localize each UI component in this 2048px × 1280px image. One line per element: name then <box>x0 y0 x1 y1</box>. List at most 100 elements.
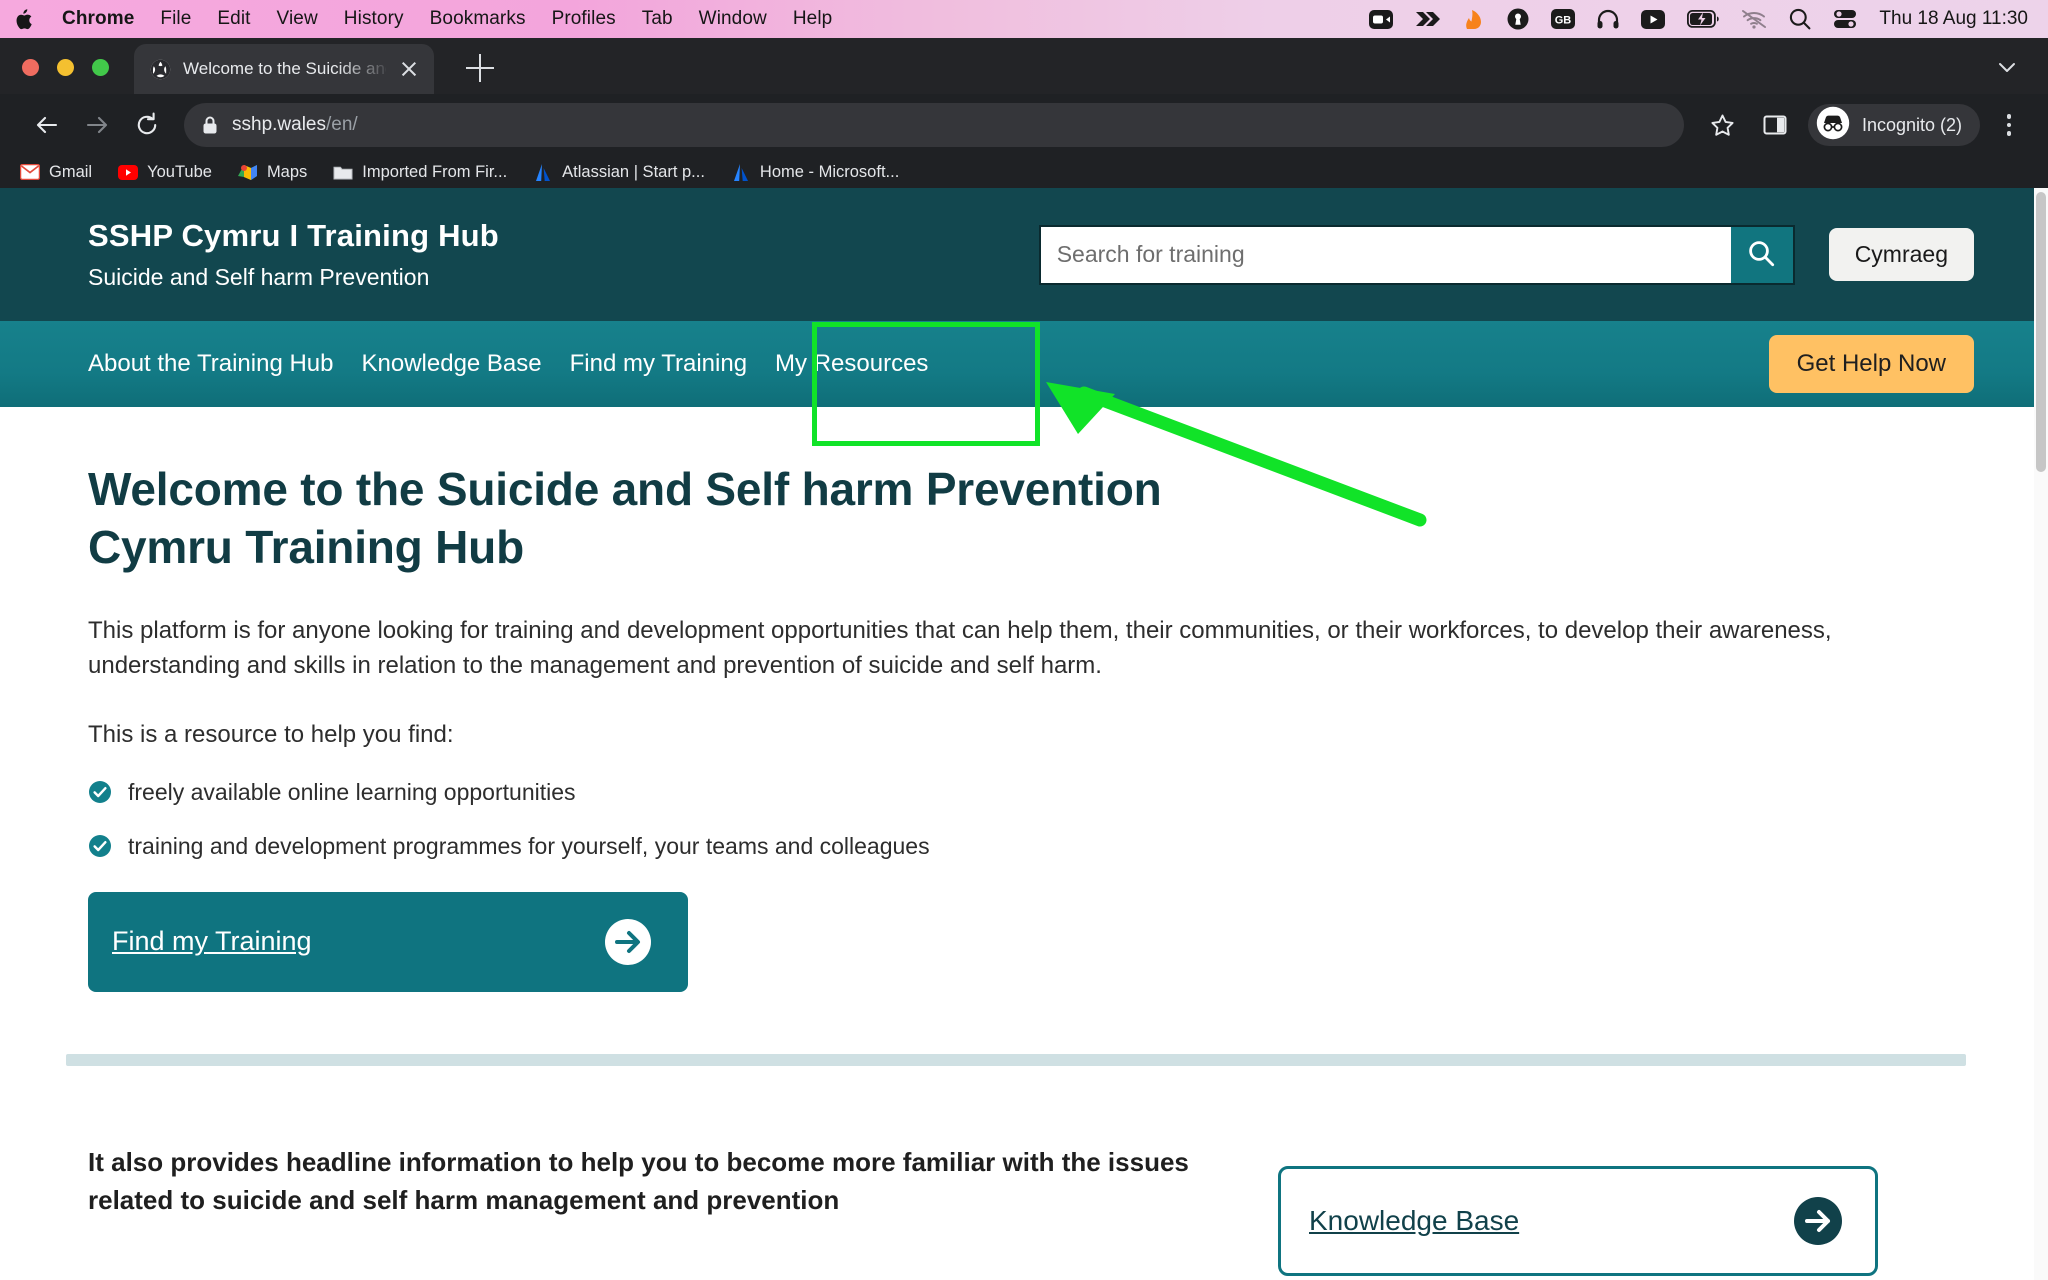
play-button-icon[interactable] <box>1641 9 1666 29</box>
list-item: freely available online learning opportu… <box>88 779 1974 806</box>
menu-history[interactable]: History <box>344 8 404 30</box>
double-chevron-icon[interactable] <box>1415 10 1441 28</box>
site-navigation: About the Training Hub Knowledge Base Fi… <box>0 321 2048 407</box>
battery-charging-icon[interactable] <box>1687 10 1720 28</box>
search-form <box>1038 224 1795 285</box>
gmail-icon <box>20 162 40 182</box>
find-my-training-card[interactable]: Find my Training <box>88 891 688 992</box>
chevron-down-icon[interactable] <box>1996 56 2018 78</box>
language-toggle-button[interactable]: Cymraeg <box>1828 228 1974 281</box>
atlassian-icon <box>533 162 553 182</box>
list-item: training and development programmes for … <box>88 833 1974 860</box>
tab-strip: Welcome to the Suicide and se <box>0 38 2048 94</box>
knowledge-base-card[interactable]: Knowledge Base <box>1278 1165 1878 1276</box>
macos-menu-bar: Chrome File Edit View History Bookmarks … <box>0 0 2048 38</box>
menu-tab[interactable]: Tab <box>642 8 673 30</box>
youtube-icon <box>118 162 139 182</box>
menu-profiles[interactable]: Profiles <box>552 8 616 30</box>
list-intro-text: This is a resource to help you find: <box>88 720 454 748</box>
back-arrow-icon[interactable] <box>22 100 72 150</box>
bookmark-youtube[interactable]: YouTube <box>118 162 212 182</box>
bookmark-label: YouTube <box>147 162 212 181</box>
menu-help[interactable]: Help <box>793 8 832 30</box>
macos-status-icons: GB Thu 18 Aug 11:30 <box>1369 8 2034 30</box>
browser-toolbar: sshp.wales/en/ Incognito (2) <box>0 94 2048 156</box>
section-divider <box>66 1053 1966 1066</box>
address-bar[interactable]: sshp.wales/en/ <box>184 103 1684 147</box>
address-bar-url: sshp.wales/en/ <box>232 114 358 136</box>
toolbar-right-actions: Incognito (2) <box>1700 102 2026 148</box>
gb-keyboard-icon[interactable]: GB <box>1551 9 1576 29</box>
scrollbar-thumb[interactable] <box>2036 192 2046 472</box>
nav-item-my-resources[interactable]: My Resources <box>761 350 942 378</box>
forward-arrow-icon[interactable] <box>72 100 122 150</box>
globe-icon <box>150 59 171 80</box>
menu-view[interactable]: View <box>277 8 318 30</box>
profile-button[interactable]: Incognito (2) <box>1807 104 1980 146</box>
site-title: SSHP Cymru I Training Hub <box>88 218 499 253</box>
keyhole-icon[interactable] <box>1507 8 1529 30</box>
screenshot-root: Chrome File Edit View History Bookmarks … <box>0 0 2048 1280</box>
arrow-right-circle-icon <box>604 918 652 966</box>
bookmark-atlassian[interactable]: Atlassian | Start p... <box>533 162 705 182</box>
page-title: Welcome to the Suicide and Self harm Pre… <box>88 463 1162 573</box>
get-help-now-button[interactable]: Get Help Now <box>1768 335 1974 393</box>
browser-tab[interactable]: Welcome to the Suicide and se <box>134 44 434 94</box>
star-icon[interactable] <box>1700 102 1746 148</box>
profile-label: Incognito (2) <box>1861 114 1962 135</box>
headphones-icon[interactable] <box>1597 9 1619 29</box>
window-controls <box>22 59 109 76</box>
folder-icon <box>333 162 353 182</box>
minimize-window-button[interactable] <box>57 59 74 76</box>
nav-item-about-the-training-hub[interactable]: About the Training Hub <box>88 350 348 378</box>
browser-chrome: Welcome to the Suicide and se <box>0 38 2048 188</box>
tab-title: Welcome to the Suicide and se <box>183 59 386 78</box>
nav-item-find-my-training[interactable]: Find my Training <box>556 350 761 378</box>
menu-bar-clock[interactable]: Thu 18 Aug 11:30 <box>1879 8 2028 30</box>
control-center-icon[interactable] <box>1833 9 1857 29</box>
search-submit-button[interactable] <box>1730 224 1795 285</box>
lower-paragraph: It also provides headline information to… <box>88 1146 1189 1215</box>
bookmark-imported-folder[interactable]: Imported From Fir... <box>333 162 507 182</box>
spotlight-search-icon[interactable] <box>1789 8 1811 30</box>
bookmark-label: Atlassian | Start p... <box>562 162 705 181</box>
bookmarks-bar: Gmail YouTube Maps Imported From Fir... <box>0 156 2048 188</box>
web-page: SSHP Cymru I Training Hub Suicide and Se… <box>0 188 2048 1280</box>
new-tab-button[interactable] <box>466 54 494 82</box>
knowledge-base-link[interactable]: Knowledge Base <box>1309 1205 1519 1237</box>
benefits-list: freely available online learning opportu… <box>88 779 1974 860</box>
page-scrollbar[interactable] <box>2034 188 2048 1280</box>
nav-item-knowledge-base[interactable]: Knowledge Base <box>348 350 556 378</box>
maximize-window-button[interactable] <box>92 59 109 76</box>
kebab-menu-icon[interactable] <box>1992 103 2026 147</box>
bookmark-label: Maps <box>266 162 308 181</box>
bookmark-maps[interactable]: Maps <box>238 162 307 182</box>
bookmark-label: Gmail <box>49 162 93 181</box>
search-icon <box>1748 240 1775 270</box>
close-window-button[interactable] <box>22 59 39 76</box>
bookmark-label: Home - Microsoft... <box>759 162 900 181</box>
side-panel-icon[interactable] <box>1752 102 1798 148</box>
bookmark-gmail[interactable]: Gmail <box>20 162 92 182</box>
wifi-off-icon[interactable] <box>1741 9 1767 29</box>
site-subtitle: Suicide and Self harm Prevention <box>88 264 430 290</box>
orange-flame-icon[interactable] <box>1463 9 1485 29</box>
apple-logo-icon[interactable] <box>14 8 32 30</box>
menu-window[interactable]: Window <box>699 8 767 30</box>
menu-file[interactable]: File <box>160 8 191 30</box>
reload-icon[interactable] <box>122 100 172 150</box>
close-icon[interactable] <box>398 58 420 80</box>
bookmark-home-microsoft[interactable]: Home - Microsoft... <box>731 162 899 182</box>
video-camera-icon[interactable] <box>1369 9 1394 29</box>
page-content: Welcome to the Suicide and Self harm Pre… <box>0 407 2048 1276</box>
svg-text:GB: GB <box>1555 15 1572 27</box>
search-input[interactable] <box>1038 224 1731 285</box>
maps-icon <box>238 162 258 182</box>
menu-edit[interactable]: Edit <box>217 8 250 30</box>
check-circle-icon <box>88 834 112 858</box>
menu-chrome[interactable]: Chrome <box>62 8 134 30</box>
site-branding: SSHP Cymru I Training Hub Suicide and Se… <box>88 218 499 291</box>
find-my-training-link[interactable]: Find my Training <box>112 926 312 957</box>
menu-bookmarks[interactable]: Bookmarks <box>430 8 526 30</box>
site-header: SSHP Cymru I Training Hub Suicide and Se… <box>0 188 2048 321</box>
